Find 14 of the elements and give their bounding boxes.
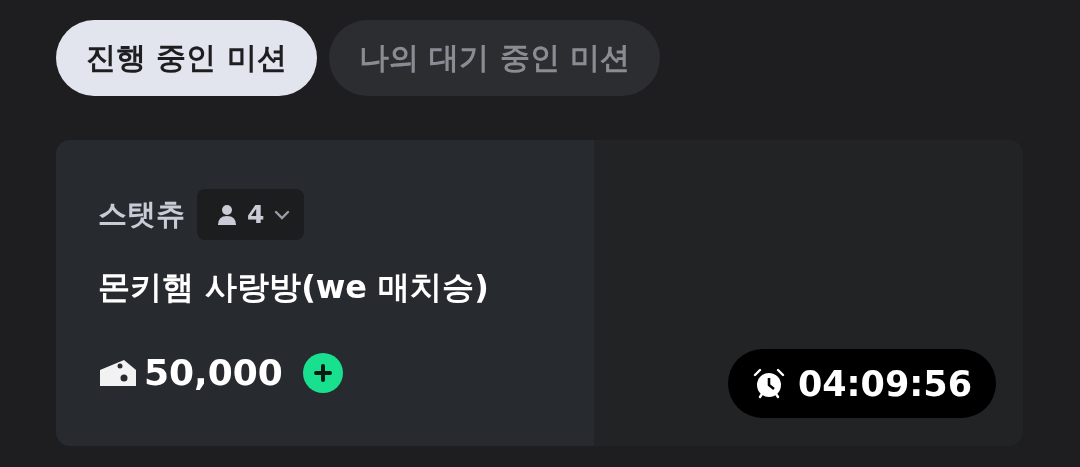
mission-title: 몬키햄 사랑방(we 매치승)	[98, 267, 490, 308]
tab[interactable]: 진행 중인 미션	[56, 20, 317, 96]
plus-icon	[312, 362, 333, 383]
category-label: 스탯츄	[98, 195, 185, 233]
participants-dropdown[interactable]: 4	[197, 189, 305, 240]
chevron-icon	[274, 209, 291, 220]
reward-amount: 50,000	[144, 352, 283, 393]
person-icon	[217, 203, 237, 226]
mission-card[interactable]: 스탯츄 4 몬키햄 사랑방(we 매치승) 50,000 04:09:56	[56, 140, 1023, 446]
alarm-clock-icon	[751, 366, 786, 401]
cheese-icon	[98, 357, 138, 388]
add-button[interactable]	[302, 352, 343, 393]
tab[interactable]: 나의 대기 중인 미션	[328, 20, 661, 96]
timer-badge: 04:09:56	[727, 349, 996, 418]
